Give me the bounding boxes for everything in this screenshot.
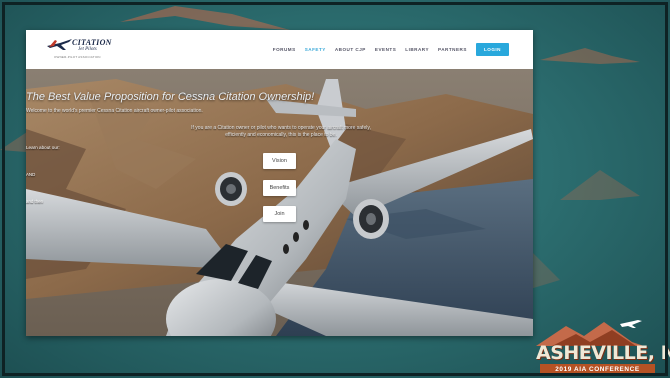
benefits-button[interactable]: Benefits: [263, 180, 296, 196]
logo-title: CITATION: [72, 38, 112, 47]
hero-welcome-text: Welcome to the world's premier Cessna Ci…: [26, 108, 203, 114]
and-label: AND: [26, 172, 36, 177]
conference-logo: ASHEVILLE, NC 2019 AIA CONFERENCE: [532, 318, 670, 376]
and-then-label: and then: [26, 199, 44, 204]
conference-city: ASHEVILLE, NC: [536, 342, 670, 364]
site-navbar: CITATION Jet Pilots OWNER-PILOT ASSOCIAT…: [26, 30, 533, 69]
logo-tagline: OWNER-PILOT ASSOCIATION: [54, 55, 101, 59]
site-logo[interactable]: CITATION Jet Pilots OWNER-PILOT ASSOCIAT…: [46, 37, 138, 61]
nav-item-events[interactable]: EVENTS: [375, 47, 396, 52]
presentation-slide: CITATION Jet Pilots OWNER-PILOT ASSOCIAT…: [0, 0, 670, 378]
hero-section: The Best Value Proposition for Cessna Ci…: [26, 69, 533, 336]
website-screenshot: CITATION Jet Pilots OWNER-PILOT ASSOCIAT…: [26, 30, 533, 336]
login-button[interactable]: LOGIN: [475, 43, 509, 56]
hero-headline: The Best Value Proposition for Cessna Ci…: [26, 91, 315, 103]
vision-button[interactable]: Vision: [263, 153, 296, 169]
logo-subtitle: Jet Pilots: [78, 47, 97, 52]
hero-intro-text: If you are a Citation owner or pilot who…: [191, 125, 371, 138]
nav-item-forums[interactable]: FORUMS: [273, 47, 296, 52]
nav-item-about-cjp[interactable]: ABOUT CJP: [335, 47, 366, 52]
jet-logo-icon: [47, 39, 72, 50]
nav-menu: FORUMS SAFETY ABOUT CJP EVENTS LIBRARY P…: [273, 43, 509, 56]
nav-item-safety[interactable]: SAFETY: [305, 47, 326, 52]
nav-item-partners[interactable]: PARTNERS: [438, 47, 467, 52]
learn-prompt: Learn about our:: [26, 145, 60, 150]
join-button[interactable]: Join: [263, 206, 296, 222]
nav-item-library[interactable]: LIBRARY: [405, 47, 429, 52]
conference-banner: 2019 AIA CONFERENCE: [540, 364, 655, 375]
